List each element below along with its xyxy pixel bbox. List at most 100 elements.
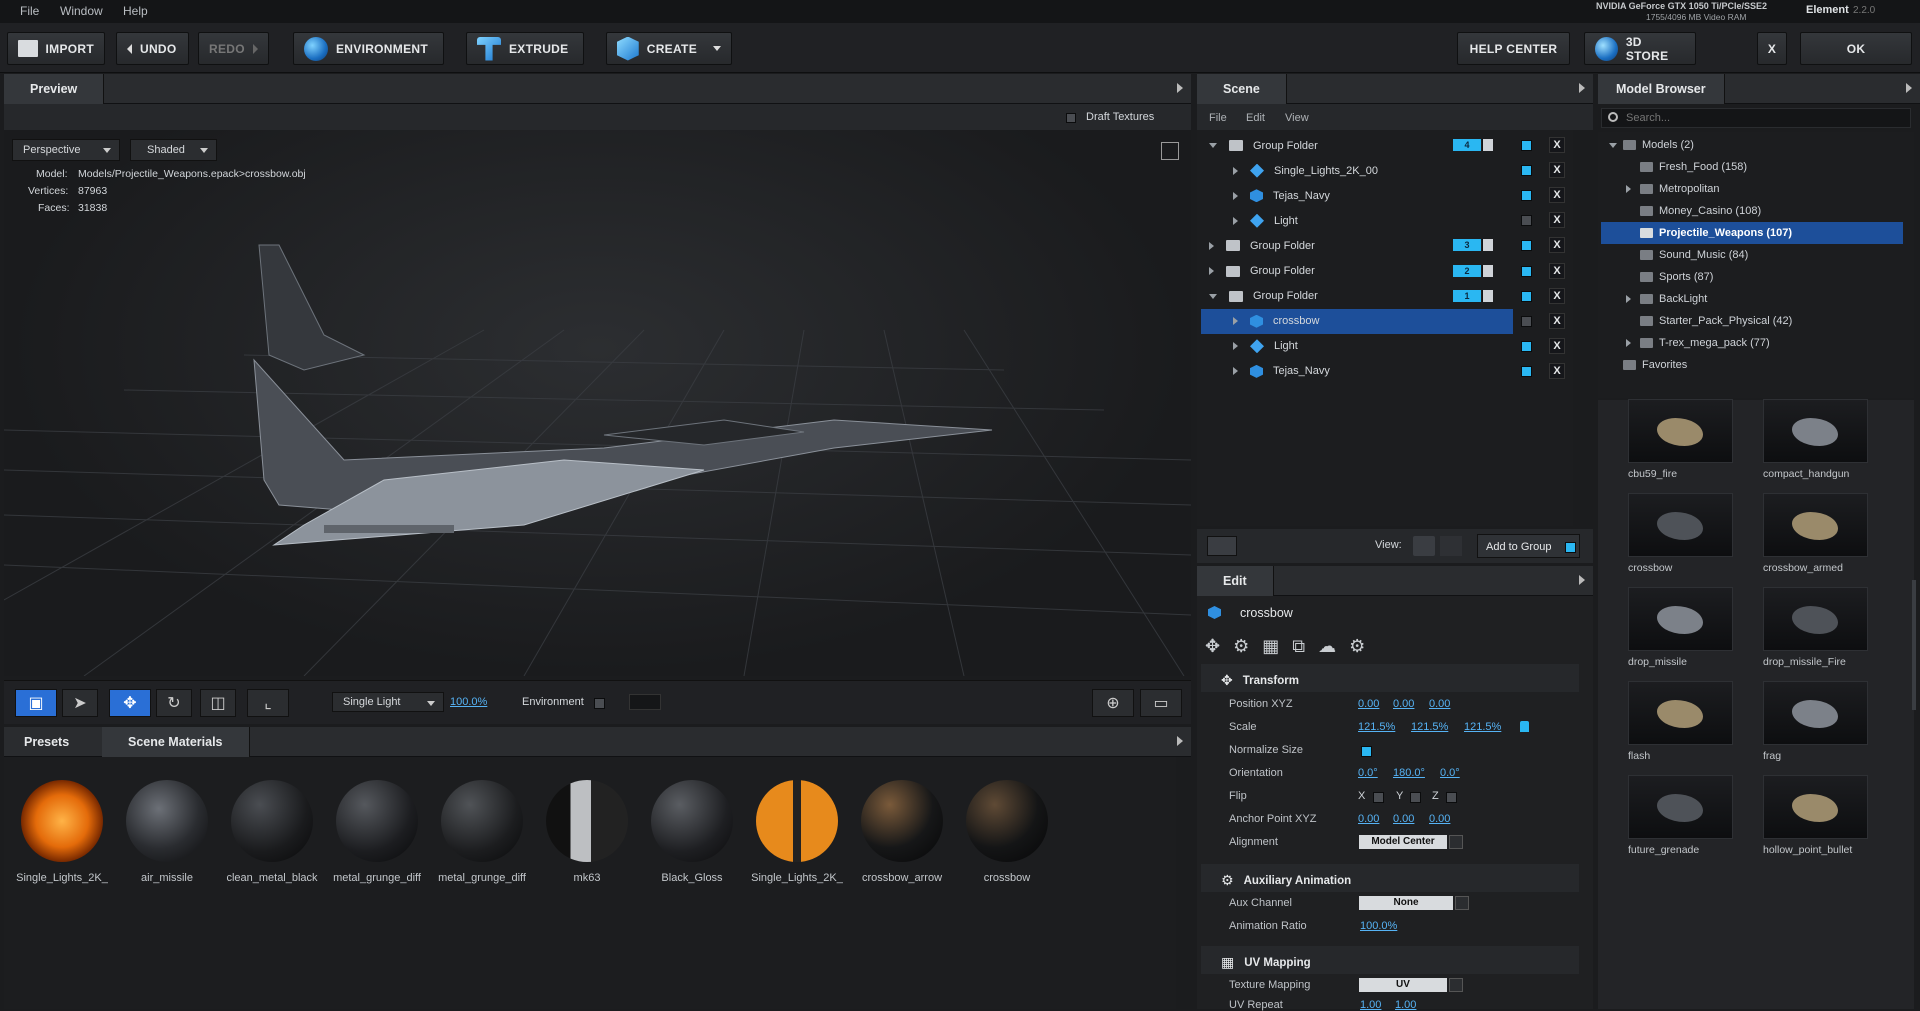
close-button[interactable]: X (1757, 32, 1787, 65)
gears-icon[interactable]: ⚙ (1233, 636, 1249, 658)
expand-arrow-icon[interactable] (1626, 295, 1631, 303)
delete-item-button[interactable]: X (1549, 162, 1565, 179)
camera-tool[interactable]: ▣ (15, 689, 57, 717)
model-thumbnail[interactable] (1628, 587, 1733, 651)
scene-row[interactable]: Light (1201, 208, 1513, 233)
material-item[interactable]: crossbow (957, 780, 1057, 884)
collapse-arrow-icon[interactable] (1906, 83, 1912, 93)
shading-dropdown[interactable]: Shaded (130, 139, 217, 161)
lock-icon[interactable] (1520, 721, 1529, 732)
group-count-badge[interactable]: 3 (1453, 239, 1481, 252)
environment-color-swatch[interactable] (629, 694, 661, 710)
thumbnail-scrollbar[interactable] (1912, 580, 1916, 710)
scale-x[interactable]: 121.5% (1358, 721, 1395, 733)
delete-item-button[interactable]: X (1549, 187, 1565, 204)
import-button[interactable]: IMPORT (7, 32, 105, 65)
scene-row[interactable]: Light (1201, 334, 1513, 359)
aux-section[interactable]: ⚙ Auxiliary Animation (1221, 872, 1351, 889)
tab-preview[interactable]: Preview (4, 74, 105, 104)
scene-row[interactable]: Tejas_Navy (1201, 359, 1513, 384)
delete-item-button[interactable]: X (1549, 312, 1565, 329)
anchor-x[interactable]: 0.00 (1358, 813, 1379, 825)
move-tool[interactable]: ✥ (109, 689, 151, 717)
checker-icon[interactable]: ▦ (1262, 636, 1279, 658)
flip-x-checkbox[interactable] (1373, 792, 1384, 803)
visibility-checkbox[interactable] (1521, 265, 1532, 277)
expand-arrow-icon[interactable] (1233, 317, 1238, 326)
anim-ratio-value[interactable]: 100.0% (1360, 920, 1397, 932)
model-tree-item[interactable]: Favorites (1601, 354, 1901, 376)
visibility-checkbox[interactable] (1521, 315, 1532, 327)
model-tree-item[interactable]: BackLight (1601, 288, 1901, 310)
scale-y[interactable]: 121.5% (1411, 721, 1448, 733)
camera-dropdown[interactable]: Perspective (12, 139, 120, 161)
model-tree-item[interactable]: Sports (87) (1601, 266, 1901, 288)
view-mesh-icon[interactable] (1440, 536, 1462, 556)
material-item[interactable]: Single_Lights_2K_ (747, 780, 847, 884)
redo-button[interactable]: REDO (198, 32, 269, 65)
flip-z-checkbox[interactable] (1446, 792, 1457, 803)
tab-model-browser[interactable]: Model Browser (1598, 74, 1725, 104)
visibility-checkbox[interactable] (1521, 340, 1532, 352)
view-sphere-icon[interactable] (1413, 536, 1435, 556)
expand-arrow-icon[interactable] (1209, 293, 1217, 299)
model-thumbnail[interactable] (1763, 775, 1868, 839)
model-thumbnail[interactable] (1763, 493, 1868, 557)
expand-arrow-icon[interactable] (1233, 166, 1238, 175)
expand-arrow-icon[interactable] (1233, 191, 1238, 200)
flip-y-checkbox[interactable] (1410, 792, 1421, 803)
collapse-arrow-icon[interactable] (1579, 575, 1585, 585)
visibility-checkbox[interactable] (1521, 365, 1532, 377)
delete-item-button[interactable]: X (1549, 262, 1565, 279)
model-tree-item[interactable]: Models (2) (1601, 134, 1901, 156)
model-tree-item[interactable]: Metropolitan (1601, 178, 1901, 200)
add-to-group-checkbox[interactable] (1565, 542, 1576, 553)
delete-item-button[interactable]: X (1549, 287, 1565, 304)
expand-arrow-icon[interactable] (1209, 143, 1217, 148)
tab-scene-materials[interactable]: Scene Materials (102, 727, 250, 757)
delete-item-button[interactable]: X (1549, 212, 1565, 229)
expand-arrow-icon[interactable] (1233, 367, 1238, 376)
uv-repeat-v[interactable]: 1.00 (1395, 999, 1416, 1011)
model-tree-item[interactable]: Projectile_Weapons (107) (1601, 222, 1903, 244)
visibility-checkbox[interactable] (1521, 140, 1532, 151)
material-item[interactable]: air_missile (117, 780, 217, 884)
chevron-down-icon[interactable] (1482, 289, 1493, 302)
3d-viewport[interactable]: Perspective Shaded Model: Models/Project… (4, 130, 1191, 676)
expand-arrow-icon[interactable] (1626, 339, 1631, 347)
visibility-checkbox[interactable] (1521, 190, 1532, 202)
model-thumbnail[interactable] (1763, 587, 1868, 651)
group-count-badge[interactable]: 2 (1453, 264, 1481, 277)
chevron-down-icon[interactable] (1482, 239, 1493, 252)
chevron-down-icon[interactable] (1482, 264, 1493, 277)
scale-tool[interactable]: ◫ (200, 689, 236, 717)
position-y[interactable]: 0.00 (1393, 698, 1414, 710)
scene-menu-file[interactable]: File (1209, 112, 1227, 124)
menu-window[interactable]: Window (60, 4, 103, 18)
scene-row[interactable]: Tejas_Navy (1201, 183, 1513, 208)
model-thumbnail[interactable] (1628, 681, 1733, 745)
expand-arrow-icon[interactable] (1233, 216, 1238, 225)
collapse-arrow-icon[interactable] (1579, 83, 1585, 93)
material-item[interactable]: metal_grunge_diff (327, 780, 427, 884)
group-count-badge[interactable]: 4 (1453, 139, 1481, 151)
anchor-z[interactable]: 0.00 (1429, 813, 1450, 825)
visibility-checkbox[interactable] (1521, 165, 1532, 177)
material-item[interactable]: metal_grunge_diff (432, 780, 532, 884)
orientation-x[interactable]: 0.0° (1358, 767, 1378, 779)
menu-file[interactable]: File (20, 4, 39, 18)
collapse-arrow-icon[interactable] (1177, 83, 1183, 93)
scene-row[interactable]: Single_Lights_2K_00 (1201, 158, 1513, 183)
3d-store-button[interactable]: 3D STORE (1584, 32, 1696, 65)
scene-menu-edit[interactable]: Edit (1246, 112, 1265, 124)
material-item[interactable]: mk63 (537, 780, 637, 884)
expand-arrow-icon[interactable] (1233, 342, 1238, 351)
model-thumbnail[interactable] (1628, 775, 1733, 839)
aux-channel-dropdown[interactable]: None (1359, 896, 1469, 910)
create-button[interactable]: CREATE (606, 32, 732, 65)
material-item[interactable]: Single_Lights_2K_ (12, 780, 112, 884)
chevron-down-icon[interactable] (1482, 139, 1493, 151)
position-z[interactable]: 0.00 (1429, 698, 1450, 710)
orientation-y[interactable]: 180.0° (1393, 767, 1425, 779)
material-item[interactable]: crossbow_arrow (852, 780, 952, 884)
